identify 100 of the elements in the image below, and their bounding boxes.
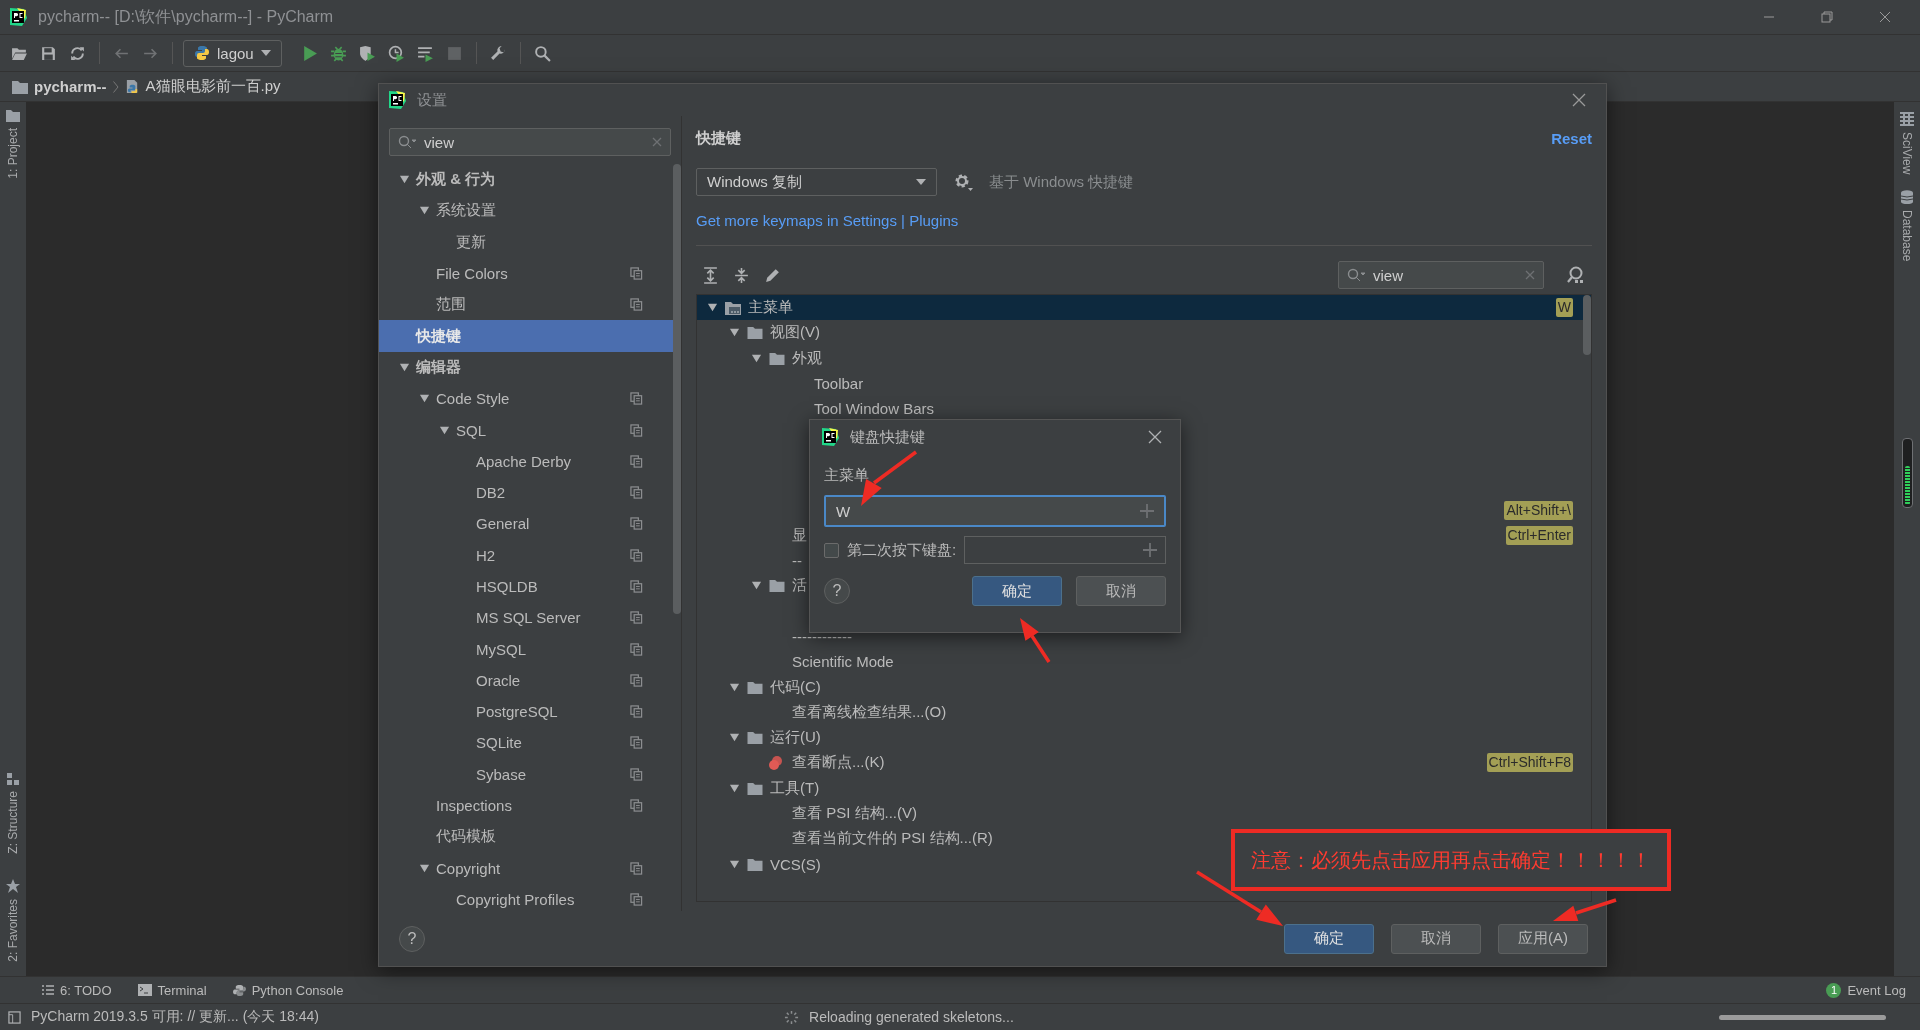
settings-tree-item[interactable]: 更新 bbox=[379, 226, 673, 258]
dialog-button[interactable]: 确定 bbox=[972, 576, 1062, 606]
triangle-down-icon[interactable] bbox=[419, 862, 430, 874]
tool-window-button[interactable]: Python Console bbox=[232, 982, 344, 998]
selected-action-row[interactable]: 主菜单 W bbox=[697, 295, 1591, 321]
reset-link[interactable]: Reset bbox=[1551, 129, 1592, 147]
settings-tree-item[interactable]: SQL bbox=[379, 414, 673, 446]
section-title: 快捷键 bbox=[696, 128, 741, 148]
keyboard-shortcut: W bbox=[1555, 298, 1573, 318]
window-title: pycharm-- [D:\软件\pycharm--] - PyCharm bbox=[38, 6, 334, 27]
settings-tree-item[interactable]: SQLite bbox=[379, 727, 673, 759]
scrollbar[interactable] bbox=[1583, 295, 1591, 355]
tool-window-button[interactable]: Terminal bbox=[137, 982, 207, 998]
triangle-down-icon[interactable] bbox=[729, 681, 740, 693]
pycharm-logo-icon bbox=[387, 90, 407, 110]
tool-window-tab[interactable]: 1: Project bbox=[6, 110, 20, 179]
keymap-dropdown[interactable]: Windows 复制 bbox=[696, 168, 937, 196]
plugins-link[interactable]: Get more keymaps in Settings | Plugins bbox=[696, 212, 959, 229]
triangle-down-icon[interactable] bbox=[751, 580, 762, 592]
settings-tree-item[interactable]: PostgreSQL bbox=[379, 696, 673, 728]
background-task-text[interactable]: Reloading generated skeletons... bbox=[809, 1009, 1014, 1025]
settings-tree-item[interactable]: MS SQL Server bbox=[379, 602, 673, 634]
file-name[interactable]: A猫眼电影前一百.py bbox=[145, 77, 281, 96]
close-icon[interactable] bbox=[1148, 430, 1162, 444]
expand-all-icon[interactable] bbox=[702, 266, 719, 284]
help-button[interactable]: ? bbox=[824, 578, 850, 604]
database-icon bbox=[1900, 190, 1914, 205]
settings-tree-item[interactable]: 范围 bbox=[379, 289, 673, 321]
settings-tree-item[interactable]: Sybase bbox=[379, 758, 673, 790]
action-name: 活 bbox=[792, 576, 807, 596]
settings-tree-item[interactable]: Copyright Profiles bbox=[379, 883, 673, 911]
settings-tree-item[interactable]: Oracle bbox=[379, 664, 673, 697]
triangle-down-icon[interactable] bbox=[729, 327, 740, 339]
tool-window-tab[interactable]: SciView bbox=[1900, 112, 1914, 175]
search-field[interactable]: view bbox=[1338, 261, 1544, 289]
memory-indicator[interactable] bbox=[1901, 437, 1913, 508]
action-name: ------------ bbox=[792, 628, 852, 645]
tool-window-button[interactable]: 6: TODO bbox=[42, 982, 112, 998]
folder-icon bbox=[12, 79, 28, 94]
triangle-down-icon[interactable] bbox=[751, 352, 762, 364]
dialog-button[interactable]: 确定 bbox=[1284, 923, 1374, 954]
settings-tree-item[interactable]: 编辑器 bbox=[379, 351, 673, 384]
dialog-button[interactable]: 取消 bbox=[1076, 576, 1166, 606]
triangle-down-icon[interactable] bbox=[419, 205, 430, 217]
collapse-all-icon[interactable] bbox=[733, 266, 750, 284]
status-message[interactable]: PyCharm 2019.3.5 可用: // 更新... (今天 18:44) bbox=[31, 1008, 319, 1026]
restore-icon[interactable] bbox=[1820, 10, 1834, 24]
settings-tree-item[interactable]: 系统设置 bbox=[379, 195, 673, 227]
checkbox-label[interactable]: 第二次按下键盘: bbox=[847, 540, 957, 560]
action-name: 显 bbox=[792, 525, 807, 545]
annotation-arrow bbox=[1020, 618, 1051, 663]
tool-window-tab[interactable]: 2: Favorites bbox=[6, 879, 20, 962]
keyboard-shortcut: Alt+Shift+\ bbox=[1504, 500, 1573, 520]
window-icon[interactable] bbox=[8, 1010, 21, 1024]
checkbox[interactable] bbox=[824, 542, 839, 558]
pencil-icon[interactable] bbox=[764, 266, 781, 284]
help-button[interactable]: ? bbox=[399, 925, 425, 952]
action-name: VCS(S) bbox=[770, 855, 821, 873]
triangle-down-icon[interactable] bbox=[399, 174, 410, 186]
settings-tree-item[interactable]: 外观 & 行为 bbox=[379, 164, 673, 196]
close-icon[interactable] bbox=[1572, 93, 1586, 107]
action-name: 主菜单 bbox=[824, 466, 869, 485]
triangle-down-icon[interactable] bbox=[439, 424, 450, 436]
settings-tree-item[interactable]: 快捷键 bbox=[379, 320, 673, 352]
event-log-button[interactable]: 1 Event Log bbox=[1826, 982, 1906, 998]
annotation-box: 注意：必须先点击应用再点击确定！！！！！ bbox=[1231, 829, 1671, 891]
scrollbar[interactable] bbox=[673, 164, 681, 614]
settings-icon[interactable] bbox=[953, 172, 973, 192]
action-name: 查看离线检查结果...(O) bbox=[792, 702, 947, 722]
settings-tree-item[interactable]: Inspections bbox=[379, 789, 673, 822]
close-icon[interactable] bbox=[1878, 10, 1892, 24]
folder-icon bbox=[746, 730, 764, 746]
triangle-down-icon[interactable] bbox=[729, 782, 740, 794]
settings-tree-item[interactable]: General bbox=[379, 508, 673, 540]
dialog-button[interactable]: 取消 bbox=[1391, 923, 1481, 954]
settings-tree-item[interactable]: File Colors bbox=[379, 257, 673, 290]
search-field[interactable]: view bbox=[389, 128, 671, 156]
settings-tree-item[interactable]: 代码模板 bbox=[379, 821, 673, 853]
triangle-down-icon[interactable] bbox=[729, 732, 740, 744]
project-name[interactable]: pycharm-- bbox=[34, 78, 107, 95]
shortcut-field[interactable] bbox=[964, 536, 1166, 564]
settings-tree-item[interactable]: HSQLDB bbox=[379, 570, 673, 603]
settings-tree-item[interactable]: H2 bbox=[379, 539, 673, 571]
tool-window-tab[interactable]: Z: Structure bbox=[6, 772, 20, 854]
triangle-down-icon[interactable] bbox=[707, 302, 718, 314]
dialog-button[interactable]: 应用(A) bbox=[1498, 923, 1588, 954]
shortcut-field[interactable]: W bbox=[824, 495, 1166, 527]
chevron-icon bbox=[112, 80, 119, 93]
tool-window-tab[interactable]: Database bbox=[1900, 190, 1914, 262]
settings-tree-item[interactable]: Code Style bbox=[379, 383, 673, 415]
settings-tree-item[interactable]: MySQL bbox=[379, 633, 673, 665]
triangle-down-icon[interactable] bbox=[729, 858, 740, 870]
notification-count: 1 bbox=[1826, 982, 1842, 998]
settings-tree-item[interactable]: Copyright bbox=[379, 852, 673, 884]
find-by-shortcut-icon[interactable] bbox=[1566, 265, 1586, 285]
settings-tree-item[interactable]: Apache Derby bbox=[379, 445, 673, 477]
triangle-down-icon[interactable] bbox=[419, 393, 430, 405]
run-configuration-dropdown[interactable]: lagou bbox=[183, 39, 282, 67]
settings-tree-item[interactable]: DB2 bbox=[379, 476, 673, 509]
triangle-down-icon[interactable] bbox=[399, 361, 410, 373]
